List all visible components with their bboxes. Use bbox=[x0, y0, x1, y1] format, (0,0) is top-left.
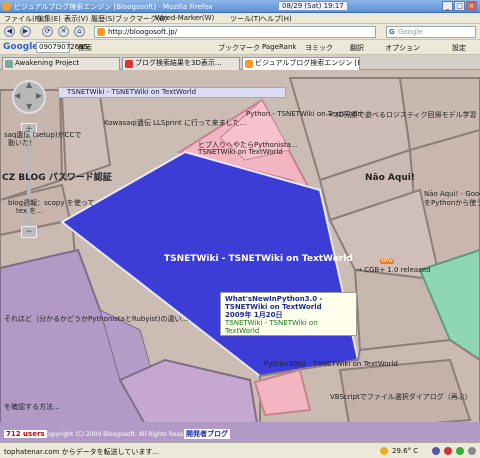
map-label[interactable]: Nāo Aqui! - Google Search REST API bbox=[424, 190, 480, 198]
map-label[interactable]: tex を... bbox=[16, 206, 43, 216]
toolbar-search-input[interactable]: 09079072695 bbox=[36, 42, 88, 53]
main-shape-label[interactable]: TSNETWiki - TSNETWiki on TextWorld bbox=[164, 254, 353, 264]
map-label[interactable]: TSNETWiki on TextWorld bbox=[198, 148, 283, 156]
addon-icon[interactable] bbox=[456, 447, 464, 455]
search-input[interactable]: G Google bbox=[386, 26, 476, 38]
menu-wired-marker[interactable]: Wired-Marker(W) bbox=[155, 14, 214, 22]
pan-right-icon[interactable]: ▶ bbox=[36, 91, 42, 100]
menu-bar: ファイル(F) 編集(E) 表示(V) 履歴(S) ブックマーク(B) Wire… bbox=[0, 13, 480, 24]
tab-bar: Awakening Project ブログ検索結果を3D表示... ビジュアルブ… bbox=[0, 55, 480, 70]
map-label[interactable]: CZ BLOG パスワード認証 bbox=[2, 170, 112, 183]
site-favicon-icon bbox=[97, 28, 105, 36]
menu-help[interactable]: ヘルプ(H) bbox=[260, 14, 292, 24]
back-button[interactable]: ◀ bbox=[4, 26, 15, 37]
addon-icon[interactable] bbox=[444, 447, 452, 455]
popup-title-2[interactable]: TSNETWiki on TextWorld bbox=[225, 303, 352, 311]
menu-edit[interactable]: 編集(E) bbox=[37, 14, 61, 24]
map-label[interactable]: 動いた！ bbox=[8, 138, 36, 148]
browser-window: ビジュアルブログ検索エンジン [Bloogosoft] - Mozilla Fi… bbox=[0, 0, 480, 458]
navigation-bar: ◀ ▶ ⟳ ✕ ⌂ http://bloogosoft.jp/ G Google bbox=[0, 24, 480, 40]
popup-date: 2009年 1月20日 bbox=[225, 311, 283, 319]
pan-up-icon[interactable]: ▲ bbox=[26, 80, 32, 89]
map-label[interactable]: をPythonから使う bbox=[424, 198, 480, 208]
minimize-button[interactable]: _ bbox=[442, 1, 453, 11]
tab-awakening[interactable]: Awakening Project bbox=[2, 57, 120, 70]
stop-button[interactable]: ✕ bbox=[58, 26, 69, 37]
google-toolbar: Google 09079072695 検索 ブックマーク PageRank ヨミ… bbox=[0, 40, 480, 55]
map-label[interactable]: を確認する方法... bbox=[4, 402, 60, 412]
map-label[interactable]: Nāo Aqui! bbox=[365, 173, 415, 183]
clock: 08/29 (Sat) 19:17 bbox=[278, 1, 348, 11]
status-text: tophatenar.com からデータを転送しています... bbox=[4, 448, 160, 456]
treemap-viewport[interactable]: ▲ ▼ ◀ ▶ + − TSNETWiki - TSNETWiki on Tex… bbox=[0, 70, 480, 442]
url-bar[interactable]: http://bloogosoft.jp/ bbox=[94, 26, 376, 38]
weather-icon bbox=[380, 447, 388, 455]
search-placeholder: Google bbox=[398, 28, 423, 36]
google-icon: G bbox=[389, 28, 395, 36]
map-label[interactable]: → 3D元素で遊べるロジスティク回帰モデル学習 bbox=[326, 110, 477, 120]
title-bar: ビジュアルブログ検索エンジン [Bloogosoft] - Mozilla Fi… bbox=[0, 0, 480, 13]
addon-icon[interactable] bbox=[468, 447, 476, 455]
menu-tools[interactable]: ツール(T) bbox=[230, 14, 261, 24]
map-label[interactable]: VBScriptでファイル選択ダイアログ（再ぶ） bbox=[330, 392, 472, 402]
home-button[interactable]: ⌂ bbox=[74, 26, 85, 37]
toolbar-settings[interactable]: 設定 bbox=[452, 43, 466, 53]
tab-blog-3d[interactable]: ブログ検索結果を3D表示... bbox=[122, 57, 240, 70]
popup-title[interactable]: What'sNewInPython3.0 - bbox=[225, 295, 352, 303]
addon-icon[interactable] bbox=[432, 447, 440, 455]
google-logo: Google bbox=[3, 42, 39, 52]
map-label[interactable]: それほど（分かるかどうかPythonistaとRubyist)の違い... bbox=[4, 314, 188, 324]
url-text: http://bloogosoft.jp/ bbox=[108, 28, 178, 36]
pan-down-icon[interactable]: ▼ bbox=[26, 102, 32, 111]
menu-file[interactable]: ファイル(F) bbox=[4, 14, 42, 24]
temperature: 29.6° C bbox=[392, 447, 419, 455]
breadcrumb[interactable]: TSNETWiki - TSNETWiki on TextWorld bbox=[58, 87, 286, 98]
popup-source: TSNETWiki - TSNETWiki on TextWorld bbox=[225, 319, 318, 335]
toolbar-options[interactable]: オプション bbox=[385, 43, 420, 53]
toolbar-search-button[interactable]: 検索 bbox=[78, 43, 92, 53]
pan-left-icon[interactable]: ◀ bbox=[14, 91, 20, 100]
status-bar: tophatenar.com からデータを転送しています... 29.6° C bbox=[0, 442, 480, 458]
firefox-icon bbox=[2, 2, 11, 11]
forward-button[interactable]: ▶ bbox=[20, 26, 31, 37]
tooltip-popup: What'sNewInPython3.0 - TSNETWiki on Text… bbox=[220, 292, 357, 336]
toolbar-pagerank[interactable]: PageRank bbox=[262, 43, 296, 51]
toolbar-translate[interactable]: 翻訳 bbox=[350, 43, 364, 53]
toolbar-bookmark-button[interactable]: ブックマーク bbox=[218, 43, 260, 53]
zoom-out-button[interactable]: − bbox=[21, 226, 37, 238]
map-label[interactable]: Kowasaqi遺伝 LLSprint に行って来ました... bbox=[104, 118, 246, 128]
reload-button[interactable]: ⟳ bbox=[42, 26, 53, 37]
toolbar-yomikku[interactable]: ヨミック bbox=[305, 43, 333, 53]
window-title: ビジュアルブログ検索エンジン [Bloogosoft] - Mozilla Fi… bbox=[14, 3, 213, 11]
tab-visual-blog[interactable]: ビジュアルブログ検索エンジン [Bloo... bbox=[242, 57, 360, 70]
new-badge: NEW bbox=[380, 258, 394, 264]
copyright: Copyright (C) 2009 Bloogosoft. All Right… bbox=[44, 431, 199, 438]
map-label[interactable]: → CGB+ 1.0 released bbox=[356, 266, 431, 274]
close-button[interactable]: × bbox=[466, 1, 477, 11]
menu-history[interactable]: 履歴(S) bbox=[91, 14, 115, 24]
user-count: 712 users bbox=[4, 430, 47, 438]
maximize-button[interactable]: □ bbox=[454, 1, 465, 11]
developer-blog-link[interactable]: 開発者ブログ bbox=[184, 429, 230, 439]
pan-control[interactable]: ▲ ▼ ◀ ▶ bbox=[12, 80, 46, 114]
menu-view[interactable]: 表示(V) bbox=[64, 14, 88, 24]
map-label[interactable]: Python3000 - TSNETWiki on TextWorld bbox=[264, 360, 398, 368]
